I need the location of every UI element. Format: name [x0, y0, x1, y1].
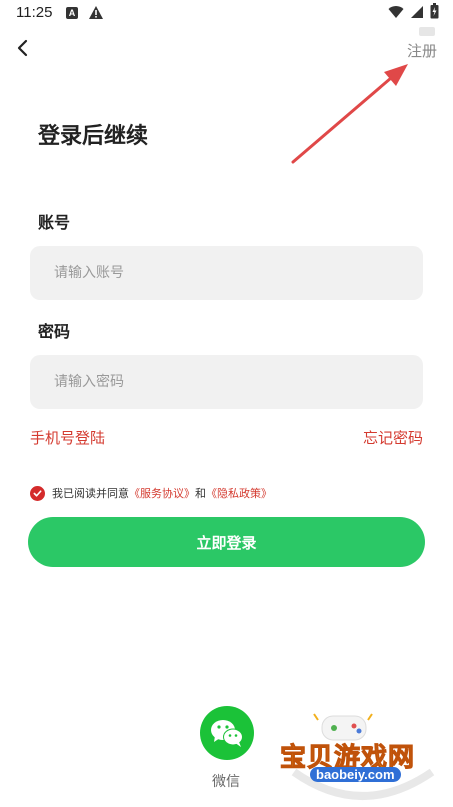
annotation-arrow-icon [291, 64, 408, 164]
signal-icon [410, 4, 424, 23]
back-button[interactable] [12, 36, 36, 60]
wechat-login-button[interactable] [200, 706, 254, 760]
page-title: 登录后继续 [38, 124, 149, 149]
a-notification-icon: A [66, 7, 78, 19]
wechat-label: 微信 [212, 774, 240, 790]
agreement-and: 和 [195, 487, 206, 500]
account-field-container[interactable] [30, 246, 423, 300]
status-bar: 11:25 A [0, 0, 453, 28]
account-label: 账号 [38, 213, 71, 232]
battery-icon [430, 3, 439, 23]
agreement-row: 我已阅读并同意 《服务协议》 和 《隐私政策》 [30, 484, 272, 502]
password-label: 密码 [38, 322, 71, 341]
account-input[interactable] [52, 264, 423, 282]
privacy-policy-link[interactable]: 《隐私政策》 [206, 485, 272, 501]
password-field-container[interactable] [30, 355, 423, 409]
service-agreement-link[interactable]: 《服务协议》 [129, 485, 195, 501]
warning-icon [88, 5, 104, 21]
agreement-checkbox[interactable] [30, 485, 45, 501]
login-button[interactable]: 立即登录 [28, 517, 425, 567]
login-page: 11:25 A 注册 登录后继续 账号 请输入账号 密码 手机号登陆 忘记密码 … [0, 0, 453, 807]
phone-login-link[interactable]: 手机号登陆 [30, 427, 105, 448]
watermark: 宝贝游戏网 baobeiy.com [274, 710, 450, 805]
status-right-icons [388, 3, 439, 23]
watermark-url: baobeiy.com [310, 767, 401, 782]
wechat-icon [211, 720, 243, 747]
chevron-left-icon [17, 39, 28, 57]
wifi-icon [388, 4, 404, 23]
register-badge [419, 27, 435, 36]
forgot-password-link[interactable]: 忘记密码 [363, 427, 423, 448]
password-input[interactable] [52, 373, 423, 391]
status-time: 11:25 [16, 4, 53, 21]
agreement-prefix: 我已阅读并同意 [52, 487, 129, 500]
check-icon [33, 489, 42, 497]
